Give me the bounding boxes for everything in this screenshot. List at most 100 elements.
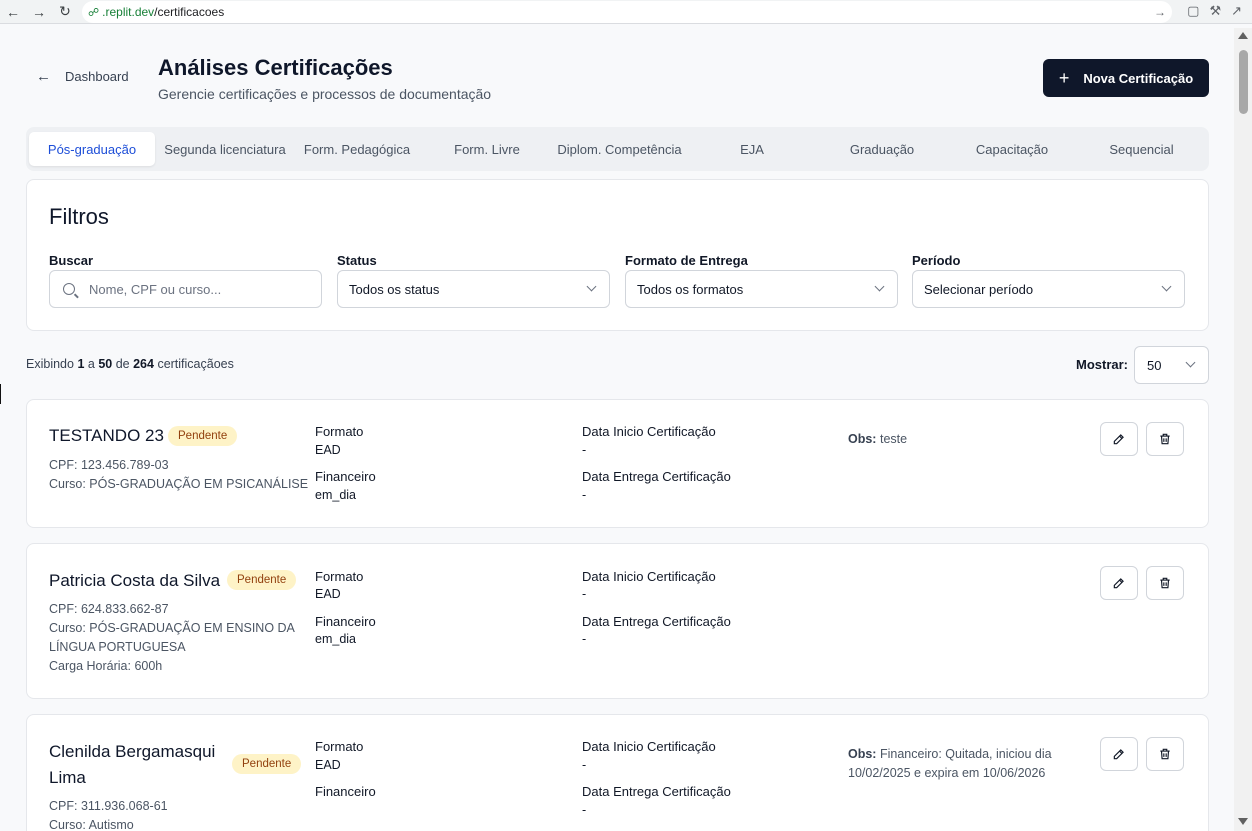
filters-title: Filtros: [49, 204, 109, 229]
chevron-down-icon: [586, 281, 597, 292]
cert-course: Curso: PÓS-GRADUAÇÃO EM PSICANÁLISE: [49, 477, 309, 491]
cert-name: Clenilda Bergamasqui: [49, 742, 216, 761]
status-select[interactable]: Todos os status: [337, 270, 610, 308]
scroll-down-icon[interactable]: [1238, 818, 1248, 825]
start-date-value: -: [582, 443, 587, 457]
financial-field-label: Financeiro: [315, 784, 376, 799]
trash-icon: [1160, 433, 1170, 445]
new-certification-label: Nova Certificação: [1083, 70, 1194, 86]
delivery-date-label: Data Entrega Certificação: [582, 614, 731, 629]
cert-workload: Carga Horária: 600h: [49, 659, 163, 673]
format-label: Formato de Entrega: [625, 253, 748, 268]
financial-field-value: em_dia: [315, 632, 356, 646]
arrow-left-icon: ←: [36, 68, 51, 85]
tab-pos-graduacao[interactable]: Pós-graduação: [29, 132, 155, 166]
certification-card: Patricia Costa da Silva Pendente CPF: 62…: [26, 543, 1209, 699]
format-field-value: EAD: [315, 587, 341, 601]
cert-name-cont: Lima: [49, 768, 86, 787]
tab-form-livre[interactable]: Form. Livre: [422, 132, 552, 166]
wrench-icon[interactable]: ⚒: [1209, 3, 1221, 19]
reload-icon[interactable]: ↻: [52, 0, 78, 24]
certification-card: Clenilda Bergamasqui Lima Pendente CPF: …: [26, 714, 1209, 831]
format-field-value: EAD: [315, 758, 341, 772]
external-link-icon[interactable]: ↗: [1231, 3, 1242, 19]
period-select[interactable]: Selecionar período: [912, 270, 1185, 308]
text-cursor: [0, 384, 1, 404]
tab-diplom-competencia[interactable]: Diplom. Competência: [552, 132, 687, 166]
go-arrow-icon[interactable]: →: [1154, 5, 1166, 19]
search-placeholder: Nome, CPF ou curso...: [89, 281, 222, 297]
search-input[interactable]: Nome, CPF ou curso...: [49, 270, 322, 308]
filters-card: Filtros Buscar Nome, CPF ou curso... Sta…: [26, 179, 1209, 331]
start-date-value: -: [582, 758, 587, 772]
edit-button[interactable]: [1100, 422, 1138, 456]
delivery-date-value: -: [582, 632, 587, 646]
url-host: .replit.dev: [102, 5, 155, 19]
start-date-label: Data Inicio Certificação: [582, 424, 716, 439]
financial-field-value: em_dia: [315, 488, 356, 502]
page-size-label: Mostrar:: [1076, 357, 1129, 372]
status-badge: Pendente: [227, 570, 297, 590]
delete-button[interactable]: [1146, 737, 1184, 771]
cert-name: Patricia Costa da Silva: [49, 571, 221, 590]
back-to-dashboard-link[interactable]: ← Dashboard: [36, 68, 129, 85]
cert-cpf: CPF: 624.833.662-87: [49, 602, 169, 616]
edit-icon: [1113, 578, 1124, 589]
delete-button[interactable]: [1146, 566, 1184, 600]
tab-form-pedagogica[interactable]: Form. Pedagógica: [292, 132, 422, 166]
delete-button[interactable]: [1146, 422, 1184, 456]
status-select-value: Todos os status: [349, 281, 440, 297]
period-label: Período: [912, 253, 961, 268]
monitor-icon[interactable]: ▢: [1187, 3, 1199, 19]
browser-toolbar: ← → ↻ ☍ .replit.dev /certificacoes → ▢ ⚒…: [0, 0, 1252, 24]
chevron-down-icon: [874, 281, 885, 292]
back-link-label: Dashboard: [65, 69, 129, 84]
back-arrow-icon[interactable]: ←: [0, 0, 26, 24]
status-badge: Pendente: [232, 754, 302, 774]
new-certification-button[interactable]: + Nova Certificação: [1043, 59, 1209, 97]
edit-icon: [1113, 749, 1124, 760]
edit-button[interactable]: [1100, 566, 1138, 600]
start-date-label: Data Inicio Certificação: [582, 569, 716, 584]
link-icon: ☍: [88, 6, 100, 19]
scroll-thumb[interactable]: [1239, 50, 1248, 114]
page-size-select[interactable]: 50: [1134, 346, 1209, 384]
trash-icon: [1160, 577, 1170, 589]
tab-sequencial[interactable]: Sequencial: [1077, 132, 1206, 166]
observation: Obs: Financeiro: Quitada, iniciou dia 10…: [848, 747, 1052, 780]
cert-cpf: CPF: 311.936.068-61: [49, 799, 168, 813]
delivery-date-label: Data Entrega Certificação: [582, 784, 731, 799]
format-select[interactable]: Todos os formatos: [625, 270, 898, 308]
chevron-down-icon: [1185, 357, 1196, 368]
scroll-up-icon[interactable]: [1238, 32, 1248, 39]
cert-name: TESTANDO 23: [49, 426, 164, 445]
cert-cpf: CPF: 123.456.789-03: [49, 458, 169, 472]
address-bar[interactable]: ☍ .replit.dev /certificacoes →: [82, 1, 1172, 23]
edit-button[interactable]: [1100, 737, 1138, 771]
tab-segunda-licenciatura[interactable]: Segunda licenciatura: [158, 132, 292, 166]
search-icon: [63, 283, 75, 295]
certification-card: TESTANDO 23 Pendente CPF: 123.456.789-03…: [26, 399, 1209, 528]
format-field-label: Formato: [315, 739, 364, 754]
forward-arrow-icon[interactable]: →: [26, 0, 52, 24]
tab-capacitacao[interactable]: Capacitação: [947, 132, 1077, 166]
format-field-value: EAD: [315, 443, 341, 457]
category-tabs: Pós-graduação Segunda licenciatura Form.…: [26, 127, 1209, 171]
format-field-label: Formato: [315, 569, 364, 584]
format-select-value: Todos os formatos: [637, 281, 744, 297]
status-badge: Pendente: [168, 426, 238, 446]
edit-icon: [1113, 434, 1124, 445]
chevron-down-icon: [1161, 281, 1172, 292]
start-date-label: Data Inicio Certificação: [582, 739, 716, 754]
tab-graduacao[interactable]: Graduação: [817, 132, 947, 166]
delivery-date-value: -: [582, 488, 587, 502]
financial-field-label: Financeiro: [315, 614, 376, 629]
period-select-value: Selecionar período: [924, 281, 1034, 297]
search-label: Buscar: [49, 253, 94, 268]
delivery-date-label: Data Entrega Certificação: [582, 469, 731, 484]
financial-field-label: Financeiro: [315, 469, 376, 484]
scrollbar[interactable]: [1234, 28, 1252, 831]
tab-eja[interactable]: EJA: [687, 132, 817, 166]
cert-course-cont: LÍNGUA PORTUGUESA: [49, 640, 186, 654]
cert-course: Curso: Autismo: [49, 818, 134, 831]
